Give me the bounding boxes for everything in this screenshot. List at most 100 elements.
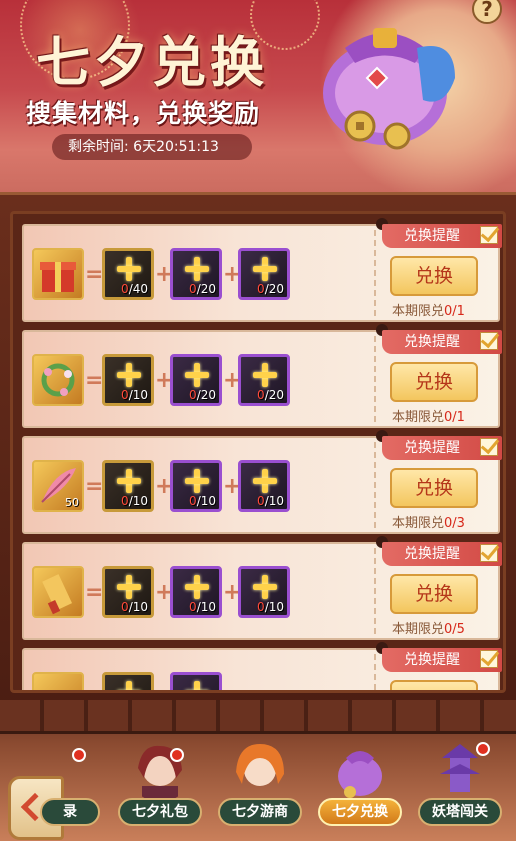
exchange-row: = 0/40 + 0/20 + 0/20 兑换提醒 兑换 本期限兑0/1 [22, 218, 502, 322]
material-have-count: 0 [189, 494, 197, 508]
equals-sign: = [85, 580, 104, 605]
equals-sign: = [85, 474, 104, 499]
qixi-gift-pack-icon [138, 745, 182, 802]
exchange-limit: 本期限兑0/1 [392, 406, 465, 425]
notification-dot [476, 742, 490, 756]
tab-label: 七夕兑换 [318, 798, 402, 826]
help-button[interactable]: ? [472, 0, 502, 24]
reward-item-wreath-icon[interactable] [32, 354, 84, 406]
exchange-button[interactable]: 兑换 [390, 362, 478, 402]
material-need-count: /10 [128, 494, 148, 508]
add-material-icon [185, 363, 209, 387]
add-material-icon [185, 681, 209, 690]
material-slot[interactable]: 0/10 [170, 566, 222, 618]
reward-item-scroll-icon[interactable] [32, 566, 84, 618]
page-subtitle: 搜集材料，兑换奖励 [26, 99, 261, 128]
material-slot[interactable]: 0/20 [238, 248, 290, 300]
exchange-button[interactable]: 兑换 [390, 256, 478, 296]
exchange-reminder-toggle[interactable]: 兑换提醒 [382, 542, 502, 566]
exchange-list[interactable]: = 0/40 + 0/20 + 0/20 兑换提醒 兑换 本期限兑0/1 = 0… [10, 211, 506, 693]
material-have-count: 0 [121, 282, 129, 296]
exchange-button[interactable]: 兑换 [390, 468, 478, 508]
limit-label: 本期限兑 [392, 304, 445, 319]
timer-label: 剩余时间: [68, 139, 129, 155]
material-need-count: /10 [196, 494, 216, 508]
material-slot[interactable]: 0/40 [102, 248, 154, 300]
material-need-count: /20 [196, 282, 216, 296]
material-need-count: /20 [264, 282, 284, 296]
tab-record[interactable]: 录 [40, 732, 100, 832]
material-need-count: /20 [264, 388, 284, 402]
add-material-icon [185, 575, 209, 599]
material-need-count: /10 [128, 388, 148, 402]
material-have-count: 0 [257, 388, 265, 402]
material-slot[interactable]: 0/20 [170, 354, 222, 406]
equals-sign: = [85, 368, 104, 393]
material-slot[interactable]: 0/10 [238, 460, 290, 512]
material-need-count: /10 [128, 600, 148, 614]
exchange-row: 兑换提醒 兑换 [22, 642, 502, 690]
tab-label: 七夕游商 [218, 798, 302, 826]
exchange-panel: = 0/40 + 0/20 + 0/20 兑换提醒 兑换 本期限兑0/1 = 0… [0, 192, 516, 732]
exchange-limit: 本期限兑0/3 [392, 512, 465, 531]
material-need-count: /20 [196, 388, 216, 402]
exchange-button[interactable]: 兑换 [390, 680, 478, 690]
material-slot[interactable]: 0/10 [102, 460, 154, 512]
limit-value: 0/3 [444, 516, 465, 531]
qixi-exchange-bag-icon [338, 751, 382, 798]
checkbox-checked-icon[interactable] [480, 332, 498, 350]
exchange-button[interactable]: 兑换 [390, 574, 478, 614]
material-need-count: /10 [264, 494, 284, 508]
exchange-row: 50 = 0/10 + 0/10 + 0/10 兑换提醒 兑换 本期限兑0/3 [22, 430, 502, 534]
material-have-count: 0 [257, 282, 265, 296]
reward-item-icon[interactable] [32, 672, 84, 690]
add-material-icon [117, 575, 141, 599]
equals-sign: = [85, 262, 104, 287]
checkbox-checked-icon[interactable] [480, 650, 498, 668]
material-slot[interactable]: 0/10 [170, 460, 222, 512]
material-have-count: 0 [257, 494, 265, 508]
tab-demon-tower[interactable]: 妖塔闯关 [418, 732, 502, 832]
reminder-label: 兑换提醒 [404, 334, 460, 350]
exchange-reminder-toggle[interactable]: 兑换提醒 [382, 648, 502, 672]
qixi-merchant-icon [236, 744, 284, 786]
add-material-icon [253, 575, 277, 599]
material-have-count: 0 [121, 494, 129, 508]
tab-qixi-merchant[interactable]: 七夕游商 [218, 732, 302, 832]
checkbox-checked-icon[interactable] [480, 438, 498, 456]
exchange-row: = 0/10 + 0/20 + 0/20 兑换提醒 兑换 本期限兑0/1 [22, 324, 502, 428]
limit-value: 0/1 [444, 410, 465, 425]
checkbox-checked-icon[interactable] [480, 226, 498, 244]
checkbox-checked-icon[interactable] [480, 544, 498, 562]
material-have-count: 0 [121, 600, 129, 614]
page-title: 七夕兑换 [36, 30, 268, 94]
material-slot[interactable]: 0/20 [170, 248, 222, 300]
add-material-icon [253, 469, 277, 493]
reminder-label: 兑换提醒 [404, 546, 460, 562]
exchange-limit: 本期限兑0/1 [392, 300, 465, 319]
tab-label: 录 [40, 798, 100, 826]
limit-value: 0/5 [444, 622, 465, 637]
material-slot[interactable]: 0/10 [102, 566, 154, 618]
material-have-count: 0 [189, 282, 197, 296]
limit-label: 本期限兑 [392, 622, 445, 637]
add-material-icon [117, 257, 141, 281]
tab-qixi-gift-pack[interactable]: 七夕礼包 [118, 732, 202, 832]
notification-dot [72, 748, 86, 762]
exchange-reminder-toggle[interactable]: 兑换提醒 [382, 330, 502, 354]
add-material-icon [253, 363, 277, 387]
reward-item-feather-icon[interactable]: 50 [32, 460, 84, 512]
reward-item-gift-box-icon[interactable] [32, 248, 84, 300]
material-slot[interactable]: 0/10 [102, 354, 154, 406]
limit-label: 本期限兑 [392, 516, 445, 531]
material-slot[interactable]: 0/10 [238, 566, 290, 618]
notification-dot [170, 748, 184, 762]
material-slot[interactable] [170, 672, 222, 690]
material-have-count: 0 [257, 600, 265, 614]
tab-qixi-exchange[interactable]: 七夕兑换 [318, 732, 402, 832]
exchange-reminder-toggle[interactable]: 兑换提醒 [382, 224, 502, 248]
material-slot[interactable]: 0/20 [238, 354, 290, 406]
bottom-tab-bar: 录 七夕礼包 七夕游商 七夕兑换 妖塔闯关 [0, 732, 516, 841]
exchange-reminder-toggle[interactable]: 兑换提醒 [382, 436, 502, 460]
material-slot[interactable] [102, 672, 154, 690]
